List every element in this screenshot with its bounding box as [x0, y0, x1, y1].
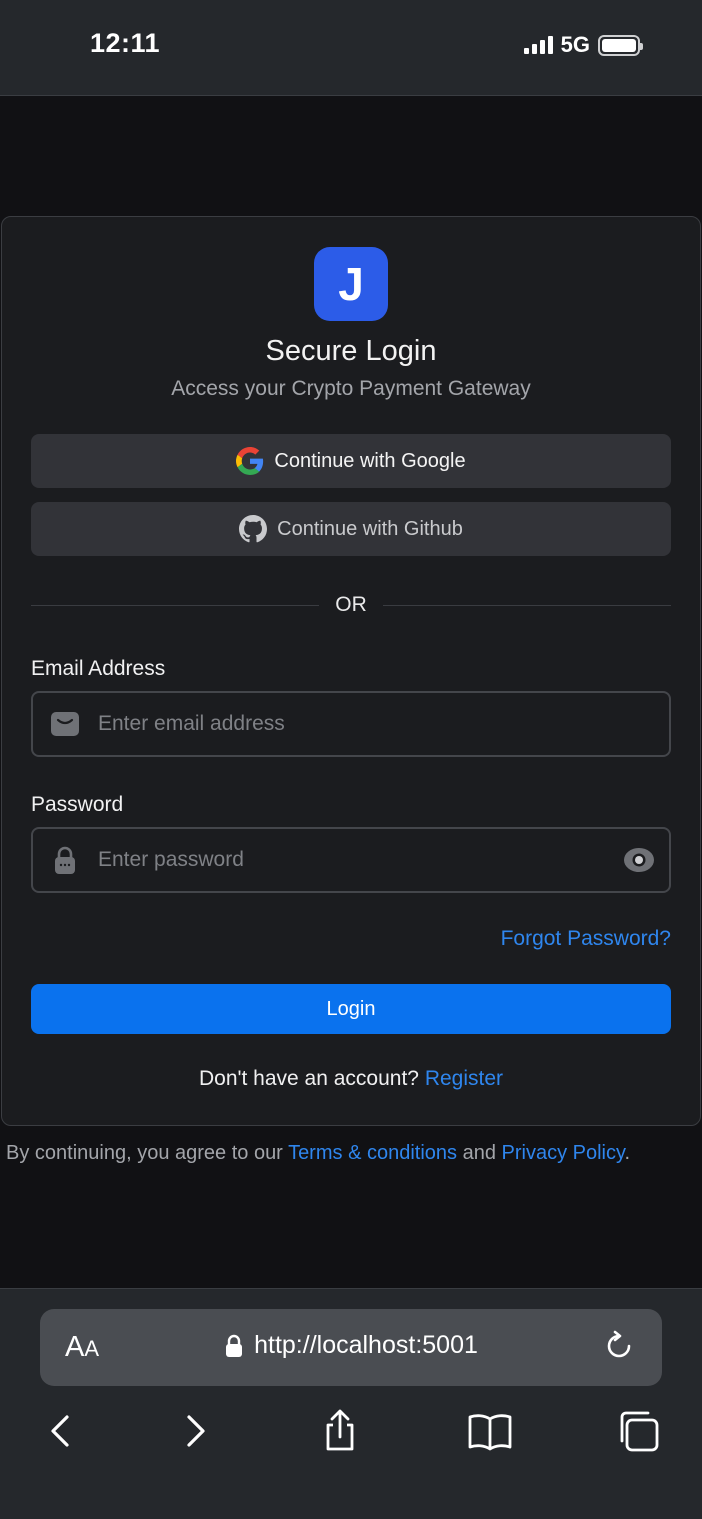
- legal-suffix: .: [624, 1142, 631, 1164]
- browser-toolbar: AA http://localhost:5001: [0, 1288, 702, 1519]
- or-divider: OR: [31, 591, 671, 619]
- google-login-button[interactable]: Continue with Google: [31, 434, 671, 488]
- legal-and: and: [462, 1142, 496, 1164]
- login-card: J Secure Login Access your Crypto Paymen…: [1, 216, 701, 1126]
- register-row: Don't have an account? Register: [2, 1067, 700, 1091]
- register-link[interactable]: Register: [425, 1067, 503, 1090]
- tabs-icon[interactable]: [614, 1407, 662, 1455]
- url-display[interactable]: http://localhost:5001: [40, 1331, 662, 1360]
- app-logo: J: [314, 247, 388, 321]
- status-indicators: 5G: [523, 32, 643, 58]
- email-input[interactable]: [98, 693, 669, 755]
- show-password-icon[interactable]: [623, 844, 655, 876]
- page-subtitle: Access your Crypto Payment Gateway: [171, 377, 531, 400]
- reload-icon[interactable]: [602, 1329, 636, 1363]
- password-label: Password: [31, 793, 124, 816]
- divider-text: OR: [335, 593, 367, 616]
- signal-icon: [523, 36, 553, 54]
- privacy-link[interactable]: Privacy Policy: [502, 1142, 625, 1164]
- terms-link[interactable]: Terms & conditions: [288, 1142, 457, 1164]
- url-lock-icon: [226, 1334, 243, 1357]
- back-icon[interactable]: [36, 1407, 84, 1455]
- github-icon: [239, 515, 268, 543]
- address-bar[interactable]: AA http://localhost:5001: [40, 1309, 662, 1386]
- page-title: Secure Login: [265, 335, 437, 367]
- status-time: 12:11: [90, 28, 161, 58]
- email-field-wrapper: [31, 691, 671, 757]
- browser-nav-row: [0, 1407, 702, 1467]
- bookmarks-icon[interactable]: [466, 1407, 514, 1455]
- github-login-button[interactable]: Continue with Github: [31, 502, 671, 556]
- github-button-label: Continue with Github: [277, 517, 463, 540]
- register-prompt: Don't have an account?: [198, 1067, 419, 1090]
- email-label: Email Address: [31, 657, 166, 680]
- forgot-password-link[interactable]: Forgot Password?: [501, 927, 671, 951]
- google-button-label: Continue with Google: [274, 449, 466, 472]
- legal-text: By continuing, you agree to our Terms & …: [6, 1142, 702, 1165]
- lock-icon: [55, 846, 75, 874]
- login-button[interactable]: Login: [31, 984, 671, 1034]
- google-icon: [236, 447, 264, 475]
- share-icon[interactable]: [316, 1407, 364, 1455]
- password-input[interactable]: [98, 829, 623, 891]
- url-text: http://localhost:5001: [254, 1331, 478, 1359]
- network-type: 5G: [560, 32, 590, 57]
- legal-prefix: By continuing, you agree to our: [6, 1142, 283, 1164]
- battery-icon: [598, 34, 643, 56]
- mail-icon: [51, 712, 79, 736]
- status-bar: 12:11 5G: [0, 0, 702, 96]
- forward-icon[interactable]: [172, 1407, 220, 1455]
- password-field-wrapper: [31, 827, 671, 893]
